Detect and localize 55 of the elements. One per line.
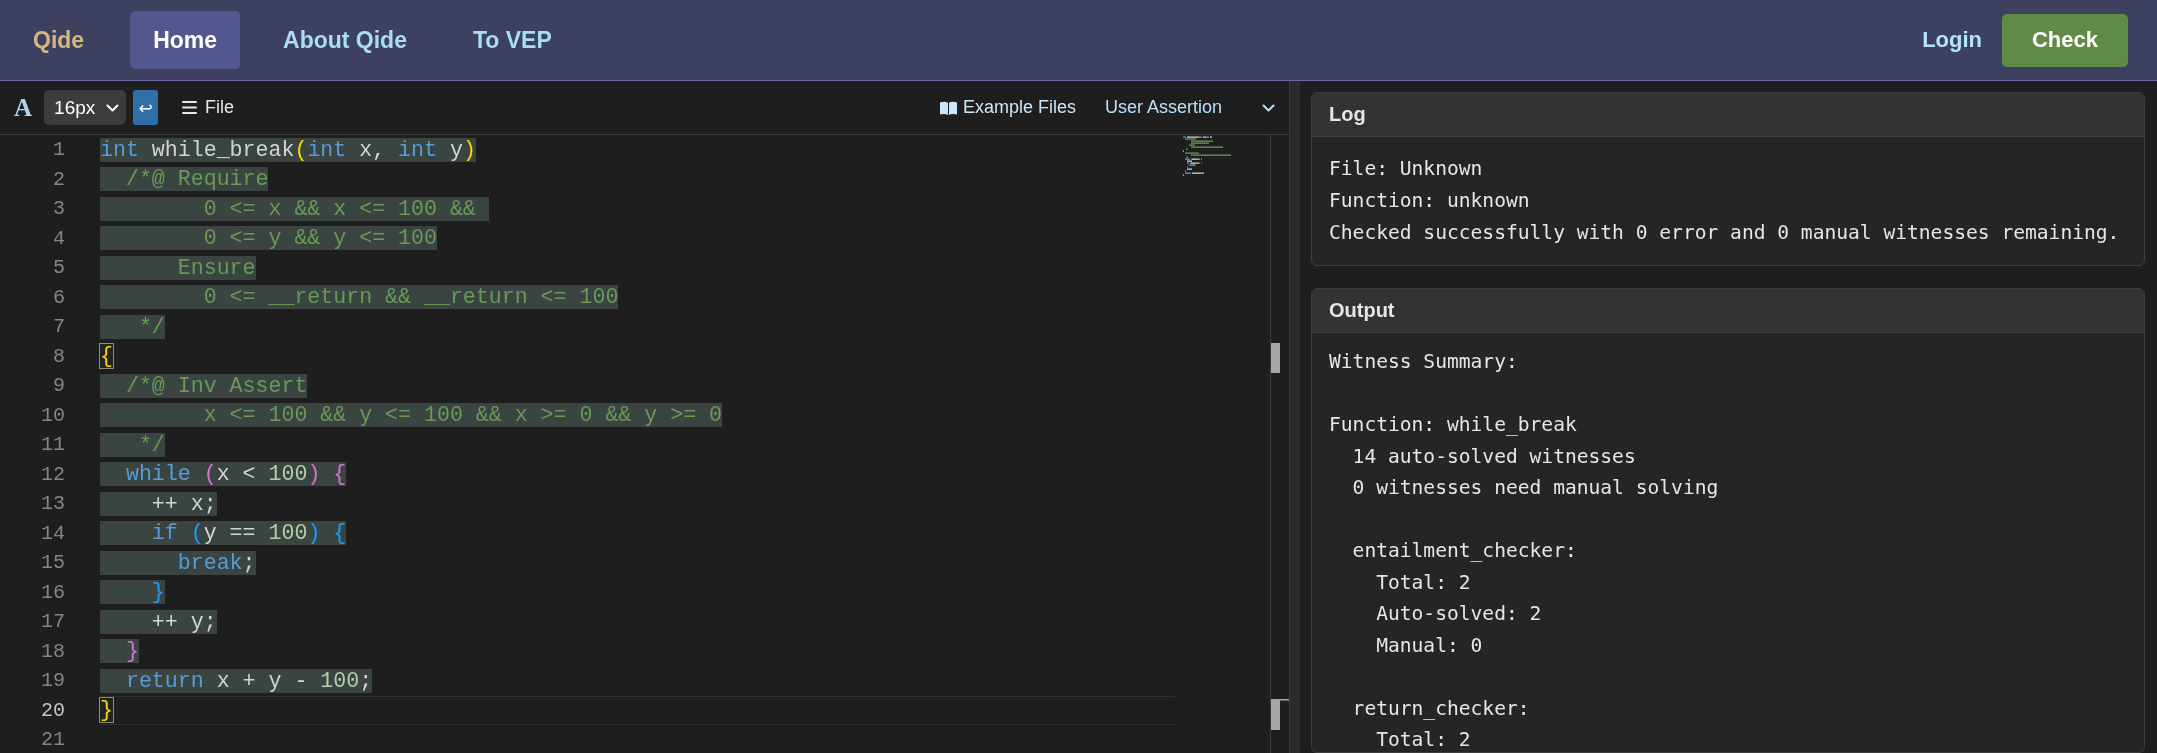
line-number: 14 (41, 521, 65, 545)
output-line: 14 auto-solved witnesses (1351, 444, 1636, 468)
line-number: 13 (41, 492, 65, 516)
line-number: 18 (41, 639, 65, 663)
brand-name[interactable]: Qide (33, 26, 85, 54)
log-line: Function: unknown (1329, 189, 1530, 212)
file-menu-button[interactable]: File (176, 93, 241, 122)
font-size-select[interactable]: 16px (44, 90, 127, 125)
panel-header: Log (1312, 93, 2144, 137)
line-number: 8 (53, 344, 65, 368)
line-number: 2 (53, 167, 65, 191)
line-number: 9 (53, 374, 65, 398)
line-number: 17 (41, 610, 65, 634)
line-number: 4 (53, 226, 65, 250)
panel-resize-handle[interactable] (1289, 81, 1300, 753)
login-link[interactable]: Login (1922, 27, 1982, 53)
check-button[interactable]: Check (2002, 13, 2128, 67)
line-number: 16 (41, 580, 65, 604)
nav-link[interactable]: About Qide (260, 11, 430, 69)
nav-link[interactable]: To VEP (449, 11, 575, 69)
output-line: Manual: 0 (1375, 633, 1483, 657)
line-number: 11 (41, 433, 65, 457)
line-number: 5 (53, 256, 65, 280)
output-line: entailment_checker: (1351, 539, 1577, 562)
output-line: 0 witnesses need manual solving (1351, 476, 1719, 499)
output-line: Auto-solved: 2 (1375, 602, 1542, 625)
assertion-mode-select[interactable]: User Assertion (1098, 90, 1285, 125)
line-number: 20 (41, 698, 65, 722)
chevron-down-icon (1262, 103, 1275, 112)
line-number: 1 (53, 138, 65, 162)
output-line: Function: while_break (1329, 413, 1577, 436)
example-files-button[interactable]: Example Files (933, 93, 1082, 122)
line-number: 3 (53, 197, 65, 221)
book-icon (939, 100, 957, 115)
font-size-icon: A (14, 93, 33, 122)
line-number: 10 (41, 403, 65, 427)
output-line: return_checker: (1351, 696, 1530, 720)
menu-icon (182, 101, 198, 114)
log-line: Checked successfully with 0 error and 0 manual witnesses remaining. (1329, 221, 2120, 244)
nav-link[interactable]: Home (130, 11, 241, 69)
line-number: 19 (41, 669, 65, 693)
output-line: Total: 2 (1375, 570, 1471, 594)
scrollbar-marker (1271, 343, 1280, 373)
output-line: Witness Summary: (1329, 350, 1518, 373)
line-number: 15 (41, 551, 65, 575)
chevron-down-icon (106, 103, 120, 112)
scrollbar-marker (1271, 699, 1289, 730)
panel-header: Output (1312, 289, 2144, 333)
line-number: 21 (41, 728, 65, 752)
output-line: Total: 2 (1375, 728, 1471, 751)
word-wrap-toggle[interactable]: ↩ (133, 90, 159, 125)
line-number: 7 (53, 315, 65, 339)
log-line: File: Unknown (1329, 157, 1483, 180)
line-number: 12 (41, 462, 65, 486)
line-number: 6 (53, 285, 65, 309)
